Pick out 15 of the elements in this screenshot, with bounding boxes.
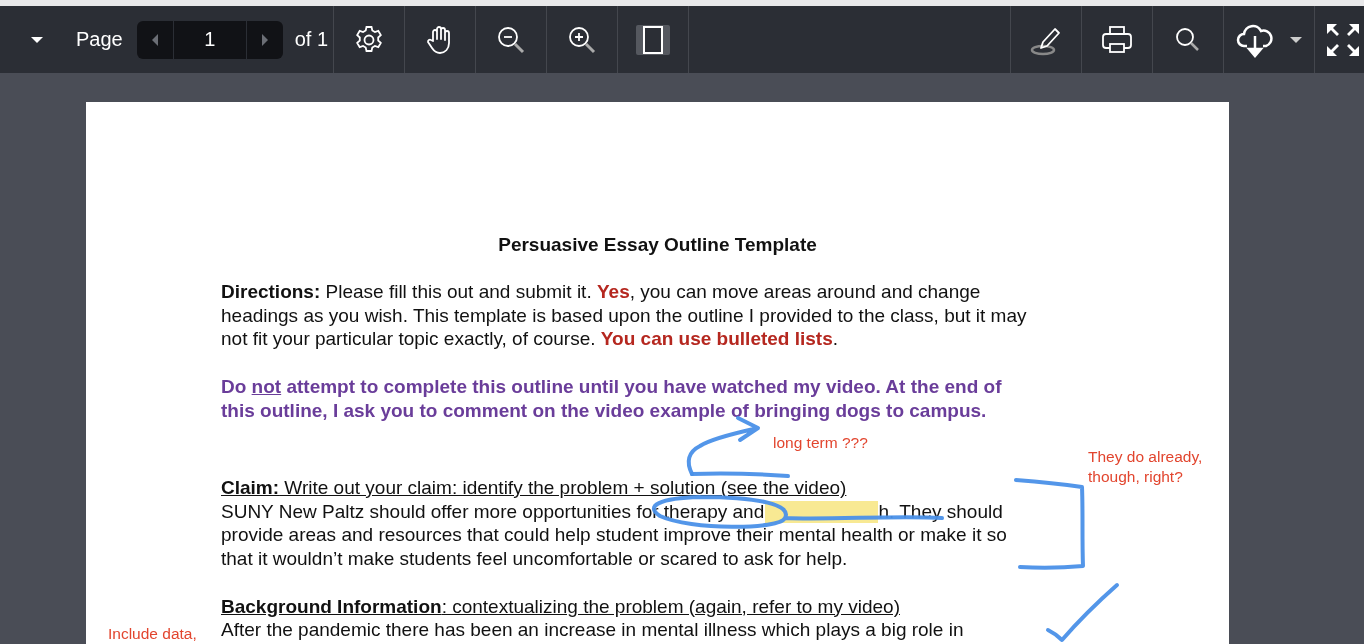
fullscreen-icon[interactable] [1325, 21, 1361, 58]
document-title: Persuasive Essay Outline Template [497, 234, 818, 256]
caret-icon[interactable] [1289, 35, 1303, 44]
comment-note: They do already, though, right? [1088, 447, 1203, 487]
printer-icon[interactable] [1100, 23, 1134, 56]
section-text: Background Information: contextualizing the problem (again, refer to my video) After the pandemic there has been an increase in mental illness which plays a big role in [221, 594, 964, 642]
page-label: Page [76, 28, 123, 51]
dropdown-caret-icon[interactable] [30, 35, 44, 44]
page-count-label: of 1 [294, 28, 329, 51]
paragraph: Do not attempt to complete this outline until you have watched my video. At the end of this outline, I ask you to comment on the video example of bringing dogs to campus. [221, 375, 1002, 422]
paragraph: Directions: Please fill this out and submit it. Yes, you can move areas around and change headings as you wish. This template is based upon the outline I provided to the class, but it may not fit your particular topic exactly, of course. You can use bulleted lists. [221, 280, 1027, 351]
page-number-field[interactable]: 1 [172, 20, 247, 59]
page-view-icon[interactable] [635, 23, 671, 56]
comment-note: Include data, [108, 624, 197, 644]
comment-note: long term ??? [773, 433, 868, 453]
